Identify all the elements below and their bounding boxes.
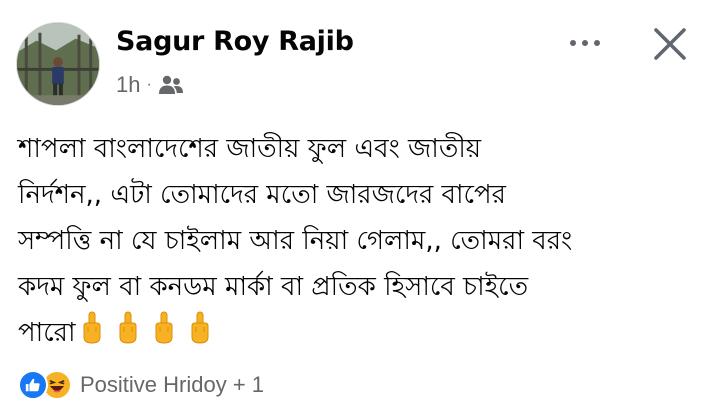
post-time[interactable]: 1h — [116, 72, 140, 98]
avatar-photo — [17, 23, 99, 105]
like-icon — [18, 370, 48, 400]
post-body: শাপলা বাংলাদেশের জাতীয় ফুল এবং জাতীয় ন… — [18, 126, 708, 356]
author-name[interactable]: Sagur Roy Rajib — [116, 26, 354, 57]
post-header: Sagur Roy Rajib 1h · — [16, 22, 706, 112]
middle-finger-emoji — [191, 311, 209, 344]
friends-icon[interactable] — [158, 74, 184, 96]
reaction-summary[interactable]: Positive Hridoy + 1 — [80, 372, 264, 398]
more-horizontal-icon — [594, 40, 600, 46]
middle-finger-emoji — [83, 311, 101, 344]
post-meta: 1h · — [116, 72, 184, 98]
middle-finger-emoji — [155, 311, 173, 344]
more-horizontal-icon — [570, 40, 576, 46]
more-options-button[interactable] — [562, 28, 608, 58]
more-horizontal-icon — [582, 40, 588, 46]
close-button[interactable] — [648, 22, 692, 66]
author-avatar[interactable] — [16, 22, 100, 106]
reactions-bar[interactable]: Positive Hridoy + 1 — [18, 368, 264, 402]
middle-finger-emoji — [119, 311, 137, 344]
close-icon — [654, 28, 686, 60]
meta-separator: · — [146, 76, 152, 93]
